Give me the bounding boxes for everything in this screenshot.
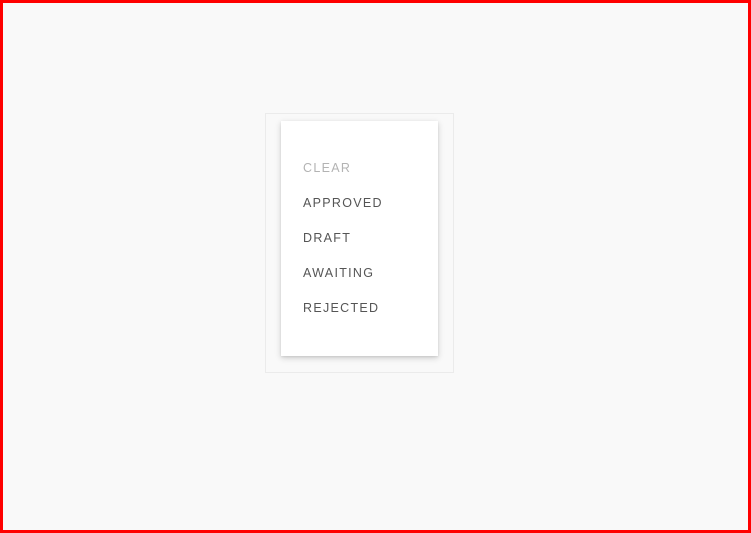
menu-list: CLEAR APPROVED DRAFT AWAITING REJECTED (281, 151, 438, 326)
menu-item-approved[interactable]: APPROVED (281, 186, 438, 221)
menu-item-awaiting[interactable]: AWAITING (281, 256, 438, 291)
screenshot-frame: CLEAR APPROVED DRAFT AWAITING REJECTED (0, 0, 751, 533)
menu-item-clear[interactable]: CLEAR (281, 151, 438, 186)
menu-item-draft[interactable]: DRAFT (281, 221, 438, 256)
menu-item-rejected[interactable]: REJECTED (281, 291, 438, 326)
status-filter-menu: CLEAR APPROVED DRAFT AWAITING REJECTED (281, 121, 438, 356)
